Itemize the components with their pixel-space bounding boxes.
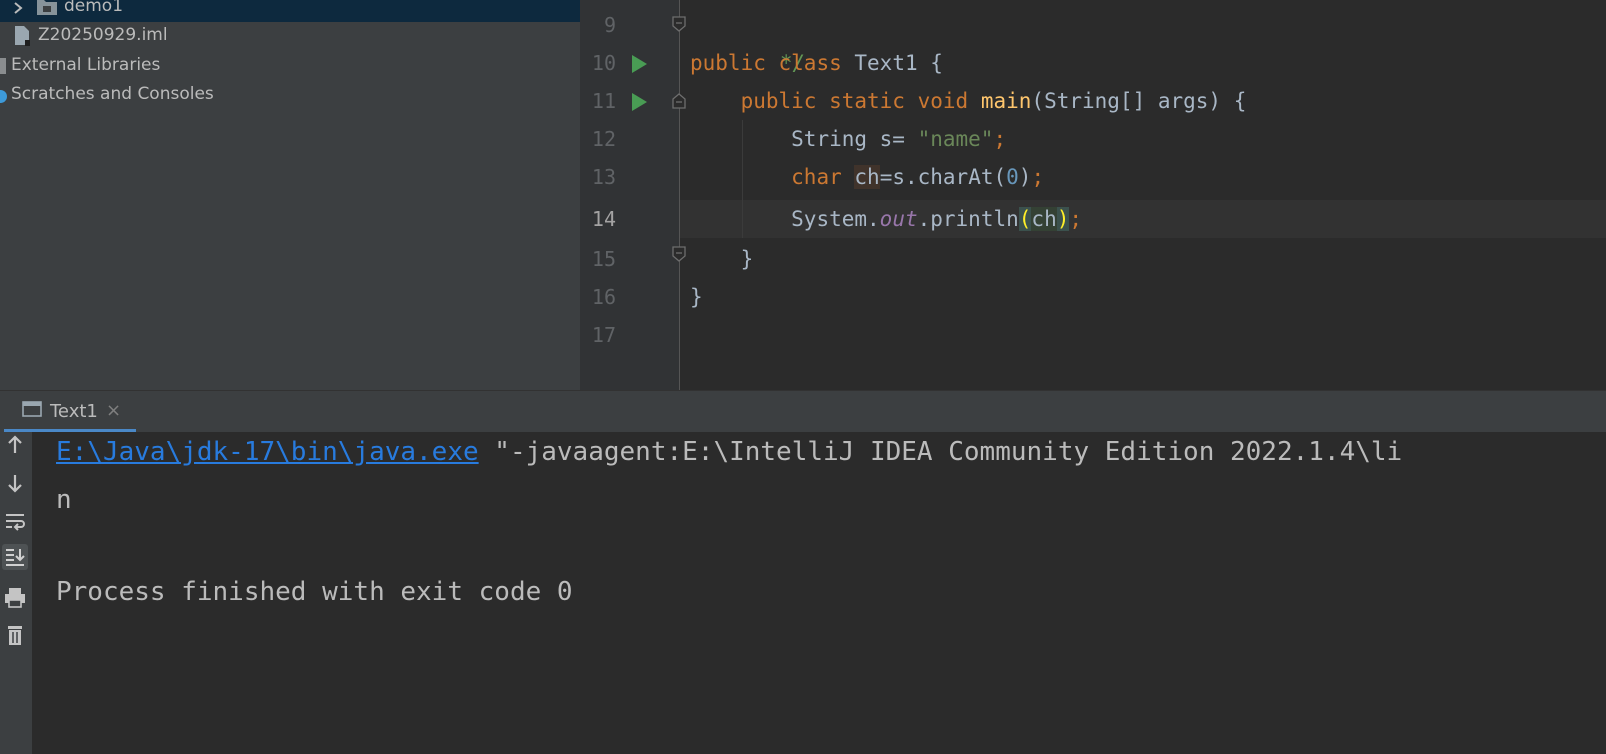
line-number: 15 [591,247,616,271]
code-line-16: } [690,278,703,316]
code-token: .println [917,207,1019,231]
console-output-line: n [56,485,72,515]
semicolon-token: ; [993,127,1007,151]
run-main-icon[interactable] [632,93,647,111]
brace-token: } [690,285,703,309]
code-line-10: public class Text1 { [690,44,943,82]
code-editor[interactable]: 9 10 11 12 13 14 15 16 17 */ public clas… [580,0,1606,390]
arrow-up-icon[interactable] [2,432,28,458]
paren-token: ( [1018,207,1032,231]
code-token: System. [791,207,880,231]
code-line-13: char ch=s.charAt(0); [690,158,1044,196]
variable-token: ch [1031,207,1057,231]
run-tab-bar: Text1 × [0,390,1606,433]
string-token: "name" [917,127,994,151]
line-number: 12 [591,127,616,151]
tree-item-iml[interactable]: Z20250929.iml [0,22,580,50]
run-class-icon[interactable] [632,55,647,73]
scratches-icon [0,90,7,103]
library-icon [0,58,6,74]
gutter-divider [679,0,680,390]
code-token: ) [1018,165,1032,189]
print-icon[interactable] [2,584,28,610]
folder-icon [37,0,57,15]
class-name-token: Text1 [854,51,918,75]
command-args: "-javaagent:E:\IntelliJ IDEA Community E… [478,437,1403,467]
tab-label: Text1 [50,401,98,422]
tree-item-label: External Libraries [11,55,161,75]
tree-item-label: Scratches and Consoles [11,84,214,104]
console-command-line: E:\Java\jdk-17\bin\java.exe "-javaagent:… [56,432,1402,472]
tree-item-label: demo1 [64,0,124,16]
code-line-14: System.out.println(ch); [690,200,1082,238]
run-console-icon [22,401,42,417]
variable-token: ch [854,165,880,189]
fold-end-icon[interactable] [672,246,686,262]
iml-file-icon [15,26,30,46]
field-token: out [879,207,918,231]
java-exe-link[interactable]: E:\Java\jdk-17\bin\java.exe [56,437,479,467]
keyword-token: char [791,165,842,189]
number-token: 0 [1006,165,1019,189]
ide-window: demo1 Z20250929.iml External Libraries S… [0,0,1606,754]
params-token: (String[] args) { [1031,89,1247,113]
chevron-right-icon[interactable] [10,0,26,16]
line-number: 13 [591,165,616,189]
code-line-15: } [690,240,754,278]
semicolon-token: ; [1031,165,1045,189]
keyword-token: public [690,51,766,75]
close-tab-icon[interactable]: × [106,400,121,421]
line-number: 11 [591,89,616,113]
soft-wrap-icon[interactable] [2,508,28,534]
code-line-11: public static void main(String[] args) { [690,82,1247,120]
trash-icon[interactable] [2,622,28,648]
method-name-token: main [980,89,1032,113]
code-line-9: */ [704,6,805,75]
tree-item-scratches[interactable]: Scratches and Consoles [0,82,580,110]
line-number: 17 [591,323,616,347]
fold-end-icon[interactable] [672,16,686,32]
console-exit-line: Process finished with exit code 0 [56,577,573,607]
tree-item-external-libraries[interactable]: External Libraries [0,52,580,80]
arrow-down-icon[interactable] [2,470,28,496]
brace-token: } [740,247,754,271]
line-number-current: 14 [591,207,616,231]
keyword-token: void [917,89,969,113]
tree-item-label: Z20250929.iml [38,25,168,45]
code-token: =s.charAt( [879,165,1007,189]
paren-token: ) [1056,207,1070,231]
keyword-token: static [829,89,905,113]
scroll-to-end-icon[interactable] [2,544,28,570]
keyword-token: public [740,89,817,113]
tab-run-text1[interactable]: Text1 × [0,391,136,433]
line-number: 10 [591,51,616,75]
brace-token: { [930,51,943,75]
line-number: 16 [591,285,616,309]
code-line-12: String s= "name"; [690,120,1006,158]
tree-item-demo1[interactable]: demo1 [0,0,580,22]
semicolon-token: ; [1069,207,1083,231]
run-toolbar [0,432,32,754]
code-token: String s= [791,127,918,151]
fold-start-icon[interactable] [672,93,686,109]
line-number: 9 [603,13,616,37]
project-tree: demo1 Z20250929.iml External Libraries S… [0,0,580,390]
keyword-token: class [778,51,842,75]
console-output[interactable]: E:\Java\jdk-17\bin\java.exe "-javaagent:… [32,432,1606,754]
